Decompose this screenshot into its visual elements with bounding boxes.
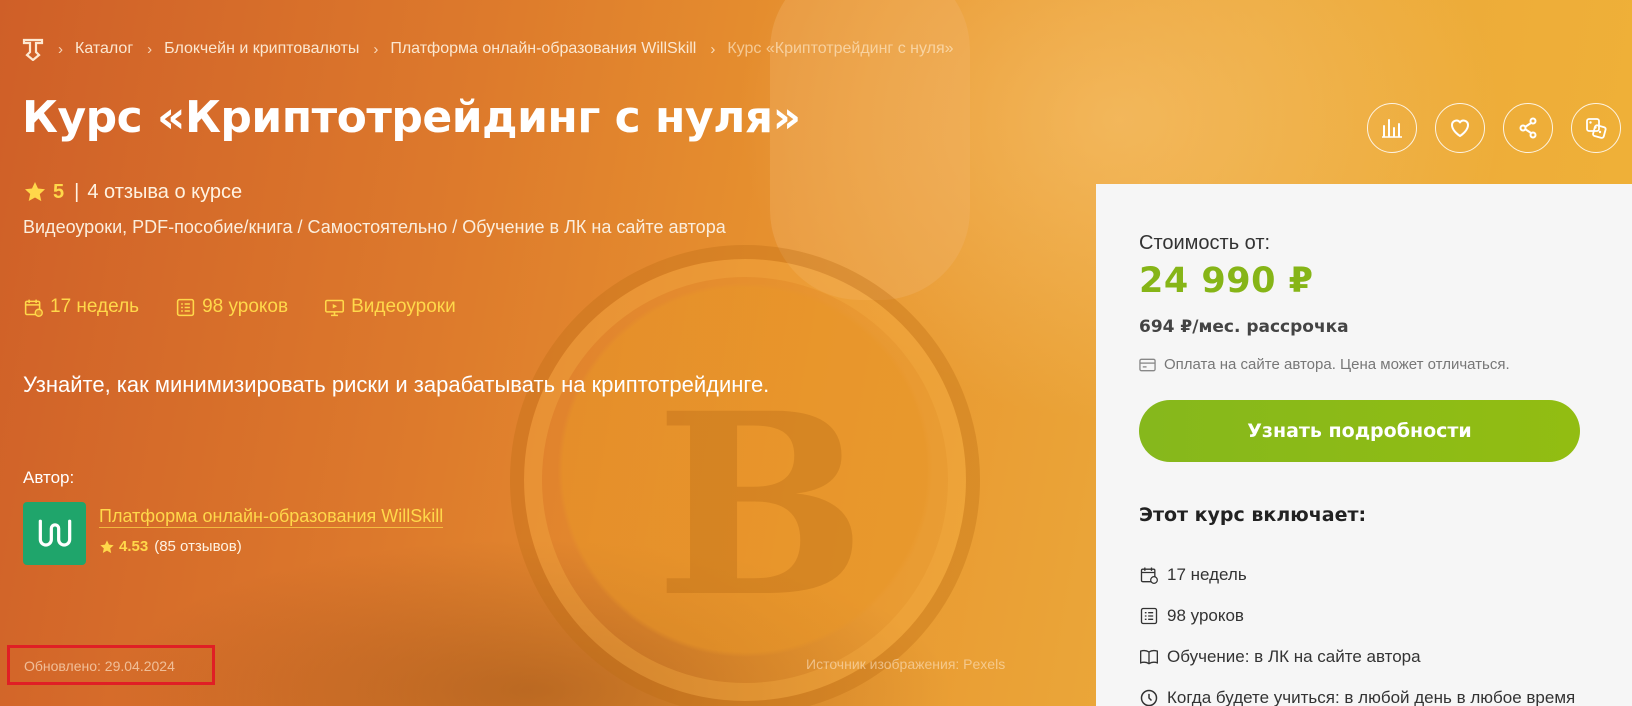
star-icon — [25, 182, 45, 202]
star-icon — [100, 539, 114, 553]
meta-type-text: Видеоуроки — [351, 296, 456, 317]
price-value: 24 990 ₽ — [1139, 261, 1314, 301]
calendar-icon — [1140, 567, 1158, 584]
book-icon — [1140, 649, 1158, 664]
favorite-button[interactable] — [1435, 103, 1485, 153]
chart-icon — [1382, 119, 1402, 138]
course-rating: 5 | 4 отзыва о курсе — [23, 180, 242, 204]
includes-item-text: 17 недель — [1167, 564, 1247, 584]
hero-image-bitcoin-symbol: B — [655, 358, 867, 652]
meta-lessons: 98 уроков — [175, 296, 288, 318]
chevron-right-icon: › — [147, 40, 153, 58]
breadcrumb-item-school[interactable]: Платформа онлайн-образования WillSkill — [390, 40, 696, 58]
course-meta: 17 недель 98 уроков Видеоуроки — [23, 296, 456, 318]
chevron-right-icon: › — [710, 40, 716, 58]
list-item: 98 уроков — [1139, 595, 1575, 636]
author-rating: 4.53 (85 отзывов) — [99, 538, 242, 555]
includes-list: 17 недель 98 уроков Обучение: в ЛК на са… — [1139, 554, 1575, 706]
credit-card-icon — [1139, 358, 1156, 371]
author-rating-score: 4.53 — [119, 538, 149, 555]
updated-date: Обновлено: 29.04.2024 — [24, 658, 175, 674]
course-description: Узнайте, как минимизировать риски и зара… — [23, 372, 770, 397]
rating-divider: | — [74, 180, 80, 203]
meta-lessons-text: 98 уроков — [202, 296, 289, 317]
list-item: Обучение: в ЛК на сайте автора — [1139, 636, 1575, 677]
list-icon — [1140, 607, 1158, 624]
list-item: Когда будете учиться: в любой день в люб… — [1139, 677, 1575, 706]
heart-icon — [1450, 119, 1470, 138]
action-buttons — [1367, 103, 1621, 153]
meta-type: Видеоуроки — [324, 296, 456, 318]
share-button[interactable] — [1503, 103, 1553, 153]
reviews-link[interactable]: 4 отзыва о курсе — [87, 181, 242, 204]
course-format: Видеоуроки, PDF-пособие/книга / Самостоя… — [23, 217, 726, 237]
list-item: 17 недель — [1139, 554, 1575, 595]
breadcrumb: › Каталог › Блокчейн и криптовалюты › Пл… — [22, 37, 954, 62]
breadcrumb-item-catalog[interactable]: Каталог — [75, 40, 133, 58]
breadcrumb-current: Курс «Криптотрейдинг с нуля» — [727, 40, 954, 57]
author-logo[interactable] — [23, 502, 86, 565]
installment-text: 694 ₽/мес. рассрочка — [1139, 317, 1349, 337]
home-logo-icon[interactable] — [22, 37, 44, 62]
author-label: Автор: — [23, 468, 75, 487]
includes-item-text: Обучение: в ЛК на сайте автора — [1167, 646, 1421, 666]
meta-duration: 17 недель — [23, 296, 139, 318]
price-card: Стоимость от: 24 990 ₽ 694 ₽/мес. рассро… — [1096, 184, 1632, 706]
video-icon — [325, 299, 345, 316]
rating-score: 5 — [53, 180, 65, 203]
updated-highlight: Обновлено: 29.04.2024 — [7, 645, 215, 685]
breadcrumb-item-category[interactable]: Блокчейн и криптовалюты — [164, 40, 359, 58]
calendar-icon — [24, 299, 43, 317]
share-icon — [1519, 117, 1537, 139]
includes-item-text: 98 уроков — [1167, 605, 1244, 625]
chevron-right-icon: › — [58, 40, 63, 58]
image-source: Источник изображения: Pexels — [806, 656, 1006, 672]
learn-more-button[interactable]: Узнать подробности — [1139, 400, 1580, 462]
page-title: Курс «Криптотрейдинг с нуля» — [22, 92, 801, 143]
dice-icon — [1586, 118, 1607, 139]
includes-title: Этот курс включает: — [1139, 504, 1367, 526]
compare-button[interactable] — [1367, 103, 1417, 153]
payment-note-text: Оплата на сайте автора. Цена может отлич… — [1164, 356, 1510, 373]
random-course-button[interactable] — [1571, 103, 1621, 153]
payment-note: Оплата на сайте автора. Цена может отлич… — [1139, 356, 1510, 373]
author-name-link[interactable]: Платформа онлайн-образования WillSkill — [99, 506, 444, 528]
chevron-right-icon: › — [373, 40, 379, 58]
includes-item-text: Когда будете учиться: в любой день в люб… — [1167, 687, 1576, 706]
clock-icon — [1140, 689, 1158, 706]
author-reviews-count: (85 отзывов) — [154, 538, 242, 555]
meta-duration-text: 17 недель — [50, 296, 140, 317]
list-icon — [176, 298, 195, 316]
price-label: Стоимость от: — [1139, 232, 1271, 254]
